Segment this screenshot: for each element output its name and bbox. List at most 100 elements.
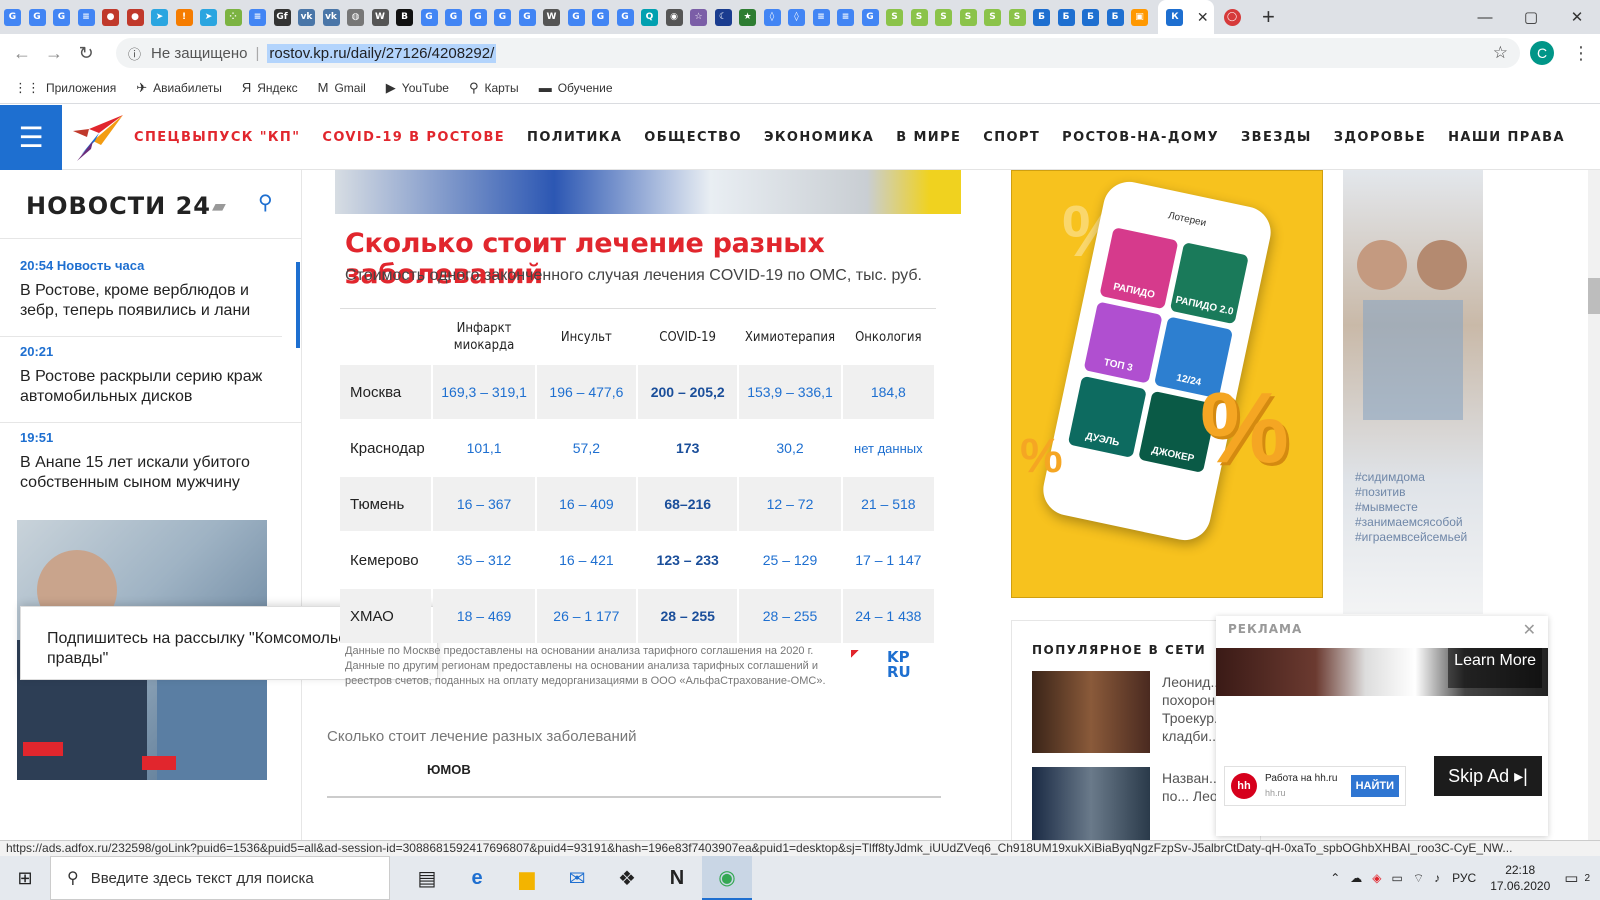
star-icon[interactable]: ★ bbox=[739, 8, 756, 26]
g-icon[interactable]: G bbox=[567, 8, 585, 26]
b-icon[interactable]: B bbox=[396, 8, 413, 26]
hh-ad-box[interactable]: hh Работа на hh.ru hh.ru НАЙТИ bbox=[1224, 766, 1406, 806]
star-icon[interactable]: ☆ bbox=[690, 8, 707, 26]
cloud-icon[interactable]: ☁ bbox=[1350, 871, 1362, 885]
close-tab-icon[interactable]: ✕ bbox=[1197, 9, 1209, 26]
edge-icon[interactable]: e bbox=[452, 856, 502, 900]
telegram-icon[interactable]: ➤ bbox=[151, 8, 168, 26]
g-icon[interactable]: G bbox=[592, 8, 609, 26]
close-window-icon[interactable]: ✕ bbox=[1554, 0, 1600, 34]
bookmark-star-icon[interactable]: ☆ bbox=[1493, 43, 1508, 63]
nav-link[interactable]: ПОЛИТИКА bbox=[527, 130, 622, 145]
nav-link[interactable]: НАШИ ПРАВА bbox=[1448, 130, 1565, 145]
nav-link[interactable]: ЗДОРОВЬЕ bbox=[1334, 130, 1426, 145]
dropbox-icon[interactable]: ❖ bbox=[602, 856, 652, 900]
bookmark-youtube[interactable]: ▶ YouTube bbox=[386, 80, 449, 96]
notifications-icon[interactable]: ▭ bbox=[1564, 869, 1578, 887]
popular-thumb[interactable] bbox=[1032, 767, 1150, 849]
explorer-folder-icon[interactable]: ▆ bbox=[502, 856, 552, 900]
g-icon[interactable]: G bbox=[420, 8, 438, 26]
gf-icon[interactable]: Gf bbox=[273, 8, 291, 26]
bug-icon[interactable]: ● bbox=[126, 8, 144, 26]
learn-more-button[interactable]: Learn More bbox=[1448, 648, 1542, 688]
s-icon[interactable]: S bbox=[910, 8, 928, 26]
docs-icon[interactable]: ≡ bbox=[837, 8, 854, 26]
b-letter-icon[interactable]: Б bbox=[1033, 8, 1050, 26]
lottery-ad-banner[interactable]: % Лотереи РАПИДОРАПИДО 2.0ТОП 312/24ДУЭЛ… bbox=[1011, 170, 1323, 598]
orange-icon[interactable]: ▣ bbox=[1131, 8, 1148, 26]
notion-icon[interactable]: N bbox=[652, 856, 702, 900]
docs-icon[interactable]: ≡ bbox=[812, 8, 830, 26]
search-circle-icon[interactable]: Q bbox=[641, 8, 658, 26]
skip-ad-button[interactable]: Skip Ad ▸| bbox=[1434, 756, 1542, 796]
scrollbar-thumb[interactable] bbox=[1588, 278, 1600, 314]
new-tab-icon[interactable]: + bbox=[1262, 4, 1275, 30]
g-icon[interactable]: G bbox=[494, 8, 511, 26]
hh-find-button[interactable]: НАЙТИ bbox=[1350, 775, 1399, 797]
tray-arrow-icon[interactable]: ⌃ bbox=[1330, 871, 1340, 885]
forward-icon[interactable]: → bbox=[38, 37, 70, 69]
nav-link[interactable]: COVID-19 В РОСТОВЕ bbox=[322, 130, 505, 145]
close-ad-icon[interactable]: ✕ bbox=[1523, 620, 1536, 640]
family-home-ad[interactable]: #сидимдома #позитив #мывместе #занимаемсясо… bbox=[1343, 170, 1483, 614]
minimize-icon[interactable]: — bbox=[1462, 0, 1508, 34]
b-letter-icon[interactable]: Б bbox=[1106, 8, 1124, 26]
page-scrollbar[interactable] bbox=[1588, 170, 1600, 840]
info-icon[interactable]: ⓘ bbox=[128, 44, 141, 63]
russia-map-icon[interactable]: ▰ bbox=[212, 196, 226, 217]
g-icon[interactable]: G bbox=[518, 8, 536, 26]
g-icon[interactable]: G bbox=[445, 8, 462, 26]
docs-icon[interactable]: ≡ bbox=[249, 8, 266, 26]
s-icon[interactable]: S bbox=[935, 8, 952, 26]
moon-icon[interactable]: ☾ bbox=[714, 8, 732, 26]
bookmark-folder[interactable]: ▬ Обучение bbox=[539, 80, 613, 95]
reload-icon[interactable]: ↻ bbox=[70, 37, 102, 69]
wiki-icon[interactable]: W bbox=[543, 8, 560, 26]
bookmark-gmail[interactable]: M Gmail bbox=[318, 80, 366, 95]
firefox-icon[interactable]: ! bbox=[175, 8, 193, 26]
nav-link[interactable]: СПОРТ bbox=[983, 130, 1040, 145]
bookmark-yandex[interactable]: Я Яндекс bbox=[242, 80, 298, 95]
url-text[interactable]: rostov.kp.ru/daily/27126/4208292/ bbox=[267, 43, 497, 63]
news-section-title[interactable]: НОВОСТИ 24 bbox=[26, 192, 211, 220]
popular-thumb[interactable] bbox=[1032, 671, 1150, 753]
s-icon[interactable]: S bbox=[959, 8, 977, 26]
s-icon[interactable]: S bbox=[984, 8, 1001, 26]
nav-link[interactable]: СПЕЦВЫПУСК "КП" bbox=[134, 130, 300, 145]
g-icon[interactable]: G bbox=[616, 8, 634, 26]
profile-avatar[interactable]: С bbox=[1530, 41, 1554, 65]
windows-start-icon[interactable]: ⊞ bbox=[0, 856, 50, 900]
vk-icon[interactable]: vk bbox=[322, 8, 340, 26]
wiki-icon[interactable]: W bbox=[371, 8, 389, 26]
docs-icon[interactable]: ≡ bbox=[77, 8, 95, 26]
s-icon[interactable]: S bbox=[1008, 8, 1026, 26]
wifi-icon[interactable]: ⌔ bbox=[1413, 871, 1424, 886]
battery-icon[interactable]: ▭ bbox=[1392, 871, 1403, 885]
drop-icon[interactable]: ◊ bbox=[788, 8, 805, 26]
menu-icon[interactable]: ⋮ bbox=[1572, 43, 1590, 64]
back-icon[interactable]: ← bbox=[6, 37, 38, 69]
g-icon[interactable]: G bbox=[53, 8, 70, 26]
s-icon[interactable]: S bbox=[886, 8, 903, 26]
video-ad-overlay[interactable]: РЕКЛАМА ✕ Learn More Skip Ad ▸| hh Работ… bbox=[1216, 616, 1548, 836]
kp-bird-logo[interactable] bbox=[62, 105, 132, 170]
hamburger-menu-icon[interactable]: ☰ bbox=[0, 104, 62, 170]
g-icon[interactable]: G bbox=[861, 8, 879, 26]
news-headline[interactable]: В Ростове, кроме верблюдов и зебр, тепер… bbox=[20, 281, 282, 321]
taskbar-search[interactable]: ⚲ Введите здесь текст для поиска bbox=[50, 856, 390, 900]
news-item[interactable]: 20:21 В Ростове раскрыли серию краж автом… bbox=[20, 344, 282, 407]
active-tab[interactable]: К ✕ bbox=[1157, 0, 1214, 34]
b-letter-icon[interactable]: Б bbox=[1057, 8, 1075, 26]
dots-icon[interactable]: ⁘ bbox=[224, 8, 242, 26]
nav-link[interactable]: РОСТОВ-НА-ДОМУ bbox=[1062, 130, 1219, 145]
nav-link[interactable]: ЗВЕЗДЫ bbox=[1241, 130, 1312, 145]
vk-icon[interactable]: vk bbox=[298, 8, 315, 26]
bookmark-plane[interactable]: ✈ Авиабилеты bbox=[136, 80, 222, 96]
chrome-icon[interactable]: ◉ bbox=[702, 856, 752, 900]
g-icon[interactable]: G bbox=[28, 8, 46, 26]
nav-link[interactable]: ОБЩЕСТВО bbox=[644, 130, 742, 145]
g-icon[interactable]: G bbox=[469, 8, 487, 26]
b-letter-icon[interactable]: Б bbox=[1082, 8, 1099, 26]
drop-icon[interactable]: ◊ bbox=[763, 8, 781, 26]
camera-icon[interactable]: ◉ bbox=[665, 8, 683, 26]
